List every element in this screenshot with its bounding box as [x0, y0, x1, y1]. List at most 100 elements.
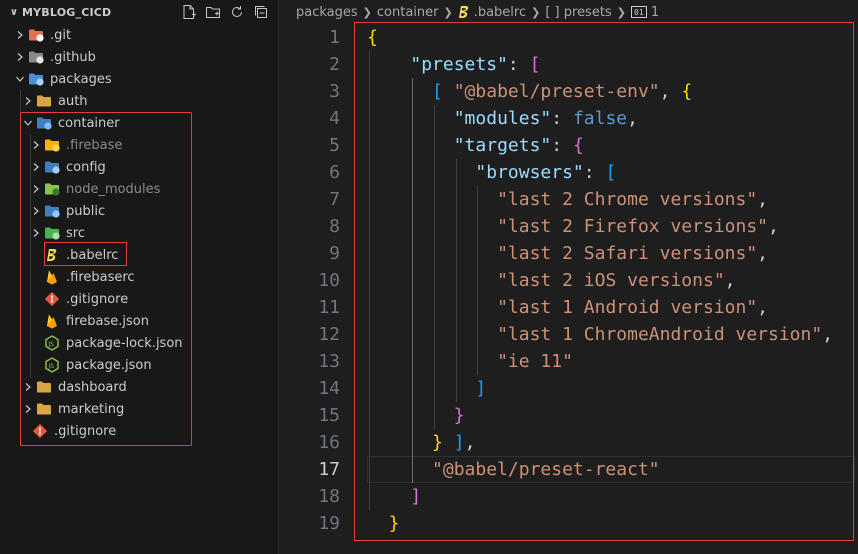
chevron-right-icon[interactable]	[28, 228, 44, 238]
explorer-header[interactable]: ∨ MYBLOG_CICD	[0, 0, 278, 24]
tree-folder-firebase[interactable]: .firebase	[0, 134, 279, 156]
tree-file-babelrc[interactable]: .babelrc	[0, 244, 279, 266]
tree-folder-config[interactable]: config	[0, 156, 279, 178]
new-file-icon[interactable]	[180, 3, 198, 21]
line-number: 11	[318, 297, 340, 318]
collapse-all-icon[interactable]	[252, 3, 270, 21]
tree-item-label: firebase.json	[66, 313, 149, 329]
line-number: 18	[318, 486, 340, 507]
code-token: [	[605, 162, 617, 183]
code-line[interactable]: }	[389, 510, 400, 537]
tree-folder-src[interactable]: src	[0, 222, 279, 244]
line-number: 10	[318, 270, 340, 291]
chevron-down-icon[interactable]	[12, 74, 28, 84]
code-token: "last 1 ChromeAndroid version"	[497, 324, 823, 345]
chevron-down-icon[interactable]: ∨	[6, 7, 22, 18]
chevron-right-icon[interactable]	[20, 382, 36, 392]
tree-folder-node-modules[interactable]: node_modules	[0, 178, 279, 200]
code-line[interactable]: "@babel/preset-react"	[432, 456, 660, 483]
chevron-right-icon: ❯	[531, 5, 541, 19]
line-number: 5	[329, 135, 340, 156]
tree-folder-git[interactable]: .git	[0, 24, 279, 46]
tree-file-package-json[interactable]: JS package.json	[0, 354, 279, 376]
code-token: ,	[757, 297, 769, 318]
packages-folder-icon	[28, 71, 44, 87]
chevron-right-icon[interactable]	[28, 184, 44, 194]
tree-folder-auth[interactable]: auth	[0, 90, 279, 112]
code-token: "presets"	[410, 54, 508, 75]
chevron-right-icon: ❯	[362, 5, 372, 19]
code-line[interactable]: } ],	[432, 429, 475, 456]
symbol-icon: 01	[630, 6, 647, 18]
folder-icon	[36, 93, 52, 109]
code-line[interactable]: "last 2 Chrome versions",	[497, 186, 768, 213]
chevron-right-icon[interactable]	[28, 140, 44, 150]
chevron-right-icon[interactable]	[20, 404, 36, 414]
code-line[interactable]: "presets": [	[410, 51, 540, 78]
code-line[interactable]: [ "@babel/preset-env", {	[432, 78, 692, 105]
new-folder-icon[interactable]	[204, 3, 222, 21]
code-token: ]	[410, 486, 422, 507]
tree-folder-dashboard[interactable]: dashboard	[0, 376, 279, 398]
chevron-right-icon[interactable]	[28, 206, 44, 216]
code-token: {	[681, 81, 693, 102]
code-line[interactable]: "modules": false,	[454, 105, 638, 132]
breadcrumb-symbol[interactable]: 1	[651, 5, 659, 20]
tree-file-firebaserc[interactable]: .firebaserc	[0, 266, 279, 288]
code-line[interactable]: "last 1 ChromeAndroid version",	[497, 321, 833, 348]
code-token: "@babel/preset-env"	[453, 81, 660, 102]
code-token: ,	[757, 243, 769, 264]
tree-folder-public[interactable]: public	[0, 200, 279, 222]
tree-folder-container[interactable]: container	[0, 112, 279, 134]
code-editor[interactable]: 1{2 "presets": [3[ "@babel/preset-env", {…	[280, 24, 858, 554]
code-token: "browsers"	[475, 162, 584, 183]
chevron-right-icon[interactable]	[12, 30, 28, 40]
code-line[interactable]: ]	[410, 483, 421, 510]
code-line[interactable]: "last 1 Android version",	[497, 294, 768, 321]
tree-file-firebase-json[interactable]: firebase.json	[0, 310, 279, 332]
code-token: [	[432, 81, 454, 102]
tree-item-label: .git	[50, 27, 72, 43]
code-line[interactable]: {	[367, 24, 378, 51]
code-token: "@babel/preset-react"	[432, 459, 660, 480]
chevron-right-icon[interactable]	[12, 52, 28, 62]
tree-file-gitignore[interactable]: .gitignore	[0, 420, 279, 442]
tree-folder-packages[interactable]: packages	[0, 68, 279, 90]
code-line[interactable]: }	[454, 402, 465, 429]
chevron-right-icon[interactable]	[20, 96, 36, 106]
indent-guide	[412, 78, 414, 483]
tree-item-label: src	[66, 225, 85, 241]
code-token: "last 2 iOS versions"	[497, 270, 725, 291]
chevron-right-icon[interactable]	[28, 162, 44, 172]
line-number: 12	[318, 324, 340, 345]
tree-file-gitignore[interactable]: .gitignore	[0, 288, 279, 310]
tree-folder-marketing[interactable]: marketing	[0, 398, 279, 420]
chevron-down-icon[interactable]	[20, 118, 36, 128]
line-number: 19	[318, 513, 340, 534]
config-folder-icon	[44, 159, 60, 175]
tree-item-label: .firebaserc	[66, 269, 135, 285]
breadcrumb-babelrc[interactable]: .babelrc	[474, 5, 526, 20]
code-line[interactable]: "last 2 Firefox versions",	[497, 213, 779, 240]
chevron-right-icon: ❯	[443, 5, 453, 19]
breadcrumb-packages[interactable]: packages	[296, 5, 358, 20]
tree-folder-github[interactable]: .github	[0, 46, 279, 68]
refresh-icon[interactable]	[228, 3, 246, 21]
code-line[interactable]: "last 2 iOS versions",	[497, 267, 735, 294]
breadcrumb-presets[interactable]: [ ] presets	[545, 5, 611, 20]
line-number: 13	[318, 351, 340, 372]
code-token: }	[388, 513, 400, 534]
code-line[interactable]: "ie 11"	[497, 348, 573, 375]
code-token: "modules"	[453, 108, 552, 129]
code-line[interactable]: ]	[475, 375, 486, 402]
breadcrumb-container[interactable]: container	[377, 5, 439, 20]
code-token: ]	[475, 378, 487, 399]
tree-file-package-lock-json[interactable]: JS package-lock.json	[0, 332, 279, 354]
code-line[interactable]: "browsers": [	[475, 159, 616, 186]
public-folder-icon	[44, 203, 60, 219]
code-token: :	[551, 135, 573, 156]
code-token: }	[432, 432, 454, 453]
code-line[interactable]: "last 2 Safari versions",	[497, 240, 768, 267]
code-line[interactable]: "targets": {	[454, 132, 584, 159]
svg-text:01: 01	[634, 8, 644, 17]
